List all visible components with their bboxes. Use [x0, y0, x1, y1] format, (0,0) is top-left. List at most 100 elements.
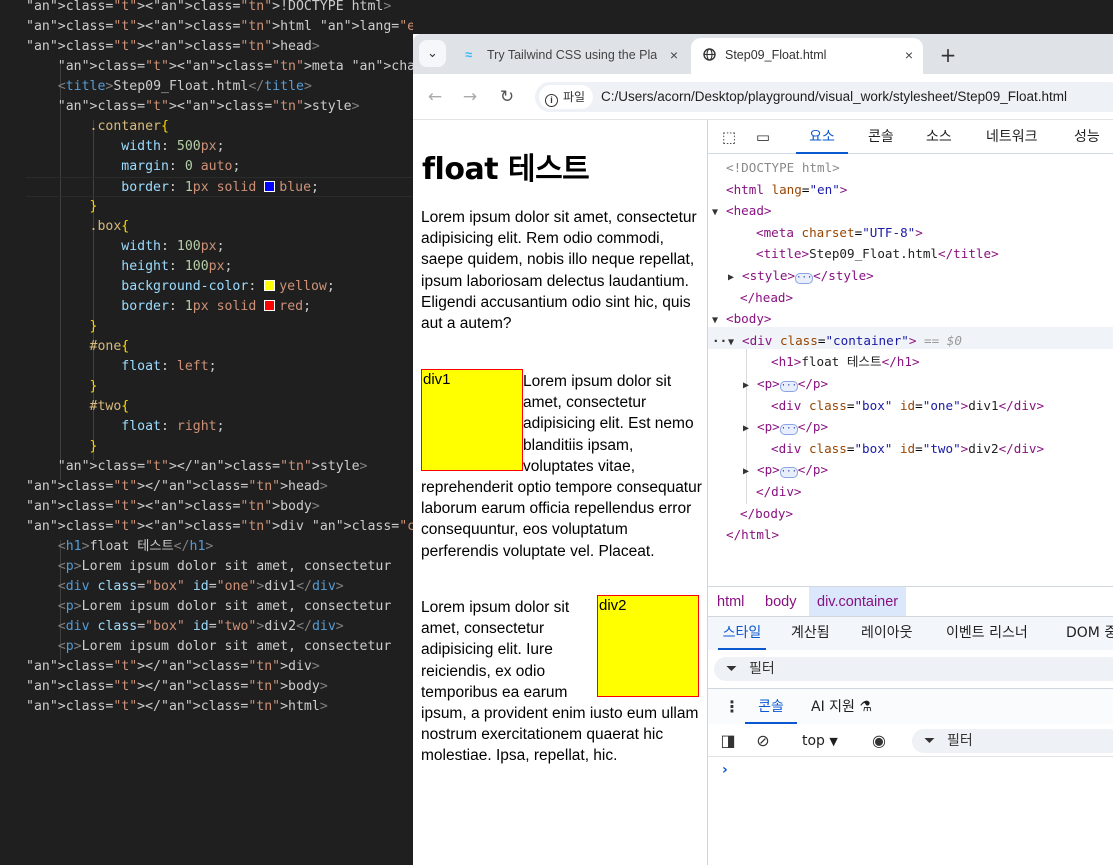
context-selector[interactable]: top ▼	[802, 730, 838, 752]
code-line: .box{	[89, 219, 130, 234]
tab-performance[interactable]: 성능	[1074, 120, 1100, 154]
dom-node[interactable]: ▶ <p>···</p>	[743, 416, 828, 438]
code-line: #one{	[89, 339, 130, 354]
site-info-chip[interactable]: i 파일	[539, 85, 594, 109]
dom-node[interactable]: </body>	[740, 503, 793, 525]
code-editor[interactable]: "an">class="t"><"an">class="tn">!DOCTYPE…	[0, 0, 413, 865]
dom-node[interactable]: <h1>float 테스트</h1>	[771, 351, 920, 373]
tab-tailwind[interactable]: ≈ Try Tailwind CSS using the Play CDN ×	[453, 38, 688, 74]
tab-elements[interactable]: 요소	[796, 120, 848, 154]
code-line: "an">class="t"><"an">class="tn">head>	[26, 39, 320, 54]
dom-node[interactable]: <meta charset="UTF-8">	[756, 222, 923, 244]
inspect-element-icon[interactable]: ⬚	[718, 126, 740, 148]
arrow-left-icon: ←	[427, 87, 443, 107]
tab-computed[interactable]: 계산됨	[791, 617, 830, 650]
new-tab-button[interactable]: +	[933, 38, 963, 72]
dom-node[interactable]: </div>	[756, 481, 802, 503]
tab-strip: ⌄ ≈ Try Tailwind CSS using the Play CDN …	[413, 34, 1113, 74]
code-line: <h1>float 테스트</h1>	[57, 539, 214, 554]
close-tab-icon[interactable]: ×	[670, 38, 678, 72]
drawer-tab-console[interactable]: 콘솔	[745, 689, 797, 724]
sidebar-toggle-icon[interactable]: ◨	[717, 730, 739, 752]
more-options-icon[interactable]: ⋮	[724, 689, 740, 725]
drawer-tab-ai-assistance[interactable]: AI 지원 ⚗	[811, 689, 872, 724]
dom-node[interactable]: ▶ <style>···</style>	[728, 265, 874, 287]
code-line: border: 1px solid red;	[121, 299, 312, 314]
dom-node[interactable]: <title>Step09_Float.html</title>	[756, 243, 999, 265]
node-actions-icon[interactable]: ···	[712, 330, 735, 352]
url-text: C:/Users/acorn/Desktop/playground/visual…	[601, 89, 1067, 104]
page-heading: float 테스트	[422, 152, 590, 187]
expand-down-icon[interactable]: ▼	[712, 202, 726, 224]
breadcrumb-div-container[interactable]: div.container	[809, 587, 907, 616]
dom-node[interactable]: </html>	[726, 524, 779, 546]
tab-event-listeners[interactable]: 이벤트 리스너	[946, 617, 1028, 650]
dom-node[interactable]: ▼ <head>	[712, 200, 772, 222]
paragraph-1: Lorem ipsum dolor sit amet, consectetur …	[421, 209, 697, 333]
device-toolbar-icon[interactable]: ▭	[752, 126, 774, 148]
styles-filter-input[interactable]: ⏷ 필터	[714, 657, 1113, 681]
code-line: border: 1px solid blue;	[26, 177, 413, 197]
dom-node[interactable]: <html lang="en">	[726, 179, 847, 201]
ellipsis-icon[interactable]: ···	[795, 273, 814, 284]
code-line: <title>Step09_Float.html</title>	[57, 79, 312, 94]
code-line: }	[89, 319, 98, 334]
close-tab-icon[interactable]: ×	[905, 38, 913, 72]
tab-dom-breakpoints[interactable]: DOM 중	[1066, 617, 1113, 650]
expand-right-icon[interactable]: ▶	[743, 461, 757, 483]
color-swatch[interactable]	[264, 300, 276, 311]
tab-sources[interactable]: 소스	[926, 120, 952, 154]
back-button[interactable]: ←	[421, 83, 449, 111]
browser-toolbar: ← → ↻ i 파일 C:/Users/acorn/Desktop/playgro…	[413, 74, 1113, 120]
tab-label: Step09_Float.html	[725, 48, 827, 62]
tab-search-button[interactable]: ⌄	[419, 40, 446, 67]
tab-network[interactable]: 네트워크	[986, 120, 1038, 154]
tab-console[interactable]: 콘솔	[868, 120, 894, 154]
globe-icon	[703, 38, 716, 72]
ellipsis-icon[interactable]: ···	[779, 381, 798, 392]
chevron-down-icon: ⌄	[427, 46, 438, 61]
dom-node[interactable]: ▼ <div class="container"> == $0	[728, 330, 962, 352]
eye-icon[interactable]: ◉	[866, 730, 892, 752]
dom-node[interactable]: ▶ <p>···</p>	[743, 459, 828, 481]
forward-button[interactable]: →	[456, 83, 484, 111]
expand-right-icon[interactable]: ▶	[743, 418, 757, 440]
ellipsis-icon[interactable]: ···	[779, 424, 798, 436]
caret-down-icon: ▼	[829, 735, 838, 748]
dom-node[interactable]: <div class="box" id="two">div2</div>	[771, 438, 1044, 460]
tab-layout[interactable]: 레이아웃	[861, 617, 913, 650]
dom-node[interactable]: <!DOCTYPE html>	[726, 157, 840, 179]
filter-icon: ⏷	[726, 661, 738, 677]
tab-label: Try Tailwind CSS using the Play CDN	[487, 48, 657, 62]
breadcrumb-html[interactable]: html	[717, 587, 744, 616]
color-swatch[interactable]	[264, 181, 276, 192]
reload-icon: ↻	[499, 87, 515, 107]
console-filter-input[interactable]: ⏷ 필터	[912, 729, 1113, 753]
reload-button[interactable]: ↻	[493, 83, 521, 111]
ellipsis-icon[interactable]: ···	[779, 467, 798, 479]
code-line: <p>Lorem ipsum dolor sit amet, consectet…	[57, 559, 392, 574]
arrow-right-icon: →	[462, 87, 478, 107]
code-line: }	[89, 199, 98, 214]
clear-console-icon[interactable]: ⊘	[752, 730, 774, 752]
color-swatch[interactable]	[264, 280, 276, 291]
code-line: "an">class="t"></"an">class="tn">div>	[26, 659, 320, 674]
code-line: #two{	[89, 399, 130, 414]
code-line: "an">class="t"><"an">class="tn">!DOCTYPE…	[26, 0, 392, 14]
code-line: "an">class="t"><"an">class="tn">style>	[57, 99, 360, 114]
dom-node[interactable]: </head>	[740, 287, 793, 309]
dom-tree[interactable]: <!DOCTYPE html> <html lang="en"> ▼ <head> <m…	[708, 154, 1113, 586]
tab-styles[interactable]: 스타일	[718, 617, 766, 650]
tab-step09-float[interactable]: Step09_Float.html ×	[691, 38, 923, 74]
console-prompt[interactable]: ›	[722, 762, 728, 778]
styles-tab-bar: 스타일 계산됨 레이아웃 이벤트 리스너 DOM 중	[708, 616, 1113, 650]
expand-right-icon[interactable]: ▶	[743, 375, 757, 397]
code-line: .contaner{	[89, 119, 169, 134]
address-bar[interactable]: i 파일 C:/Users/acorn/Desktop/playground/vi…	[535, 82, 1113, 112]
dom-node[interactable]: ▶ <p>···</p>	[743, 373, 828, 395]
breadcrumb-body[interactable]: body	[765, 587, 796, 616]
dom-node[interactable]: <div class="box" id="one">div1</div>	[771, 395, 1044, 417]
code-line: height: 100px;	[121, 259, 233, 274]
dom-node[interactable]: ▼ <body>	[712, 308, 772, 330]
code-line: float: left;	[121, 359, 217, 374]
